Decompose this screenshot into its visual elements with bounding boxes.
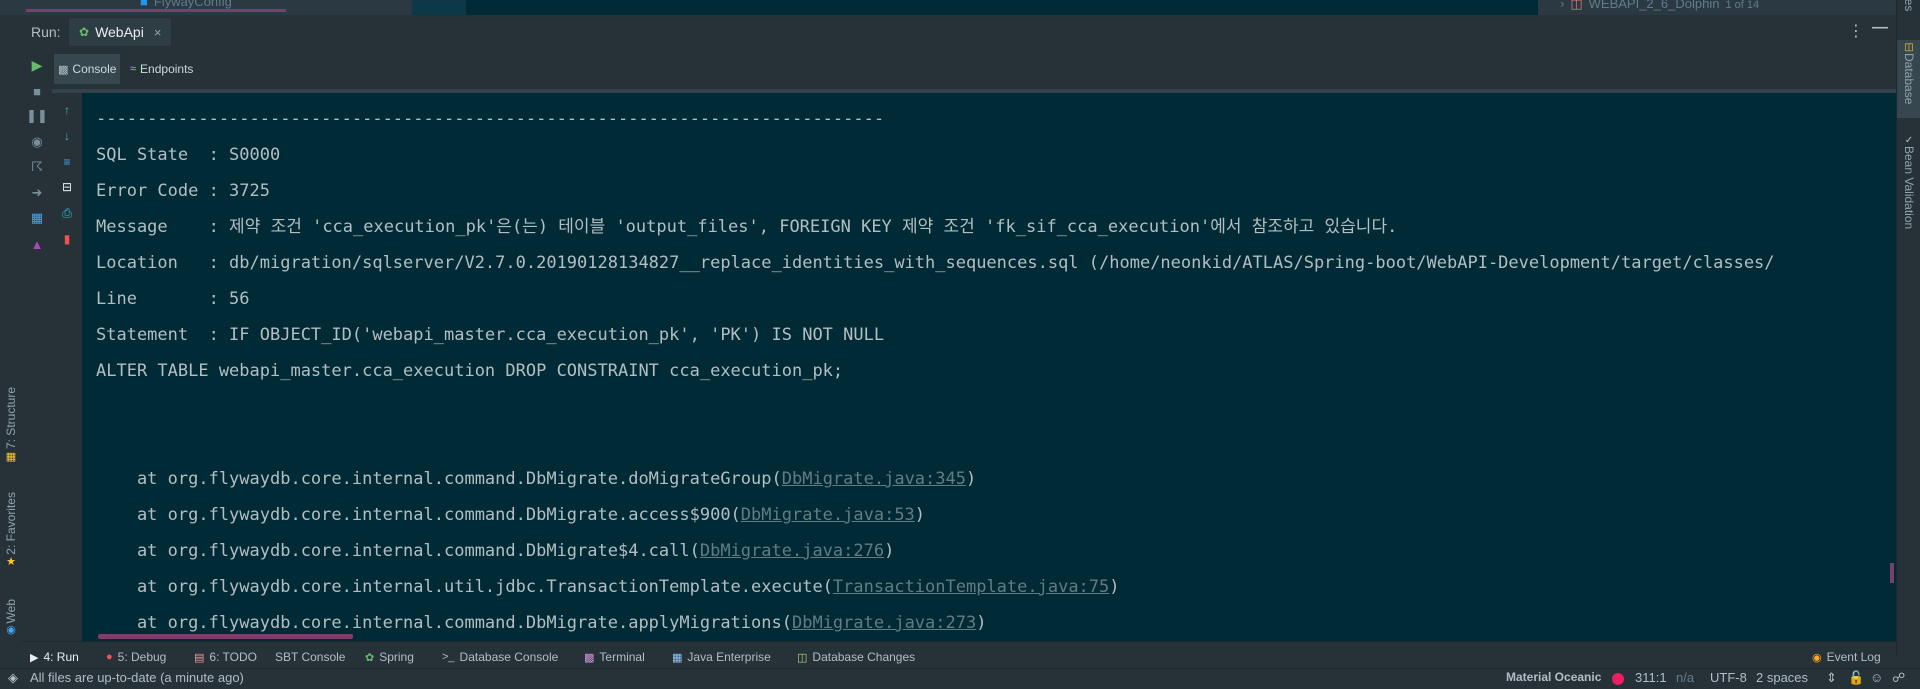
endpoints-icon: ≈ bbox=[130, 63, 137, 75]
structure-icon: ▦ bbox=[5, 450, 17, 463]
bug-icon: ● bbox=[106, 651, 113, 663]
console-line: Statement : IF OBJECT_ID('webapi_master.… bbox=[96, 325, 885, 345]
class-icon: ■ bbox=[140, 0, 148, 9]
indent-setting[interactable]: 2 spaces bbox=[1756, 670, 1808, 685]
run-tool-header: Run: ✿ WebApi × ⋮ — bbox=[22, 15, 1896, 49]
console-toolbar: ↑ ↓ ≡ ⊟ ⎙ ▮ bbox=[52, 93, 82, 641]
database-tool-tab[interactable]: ◫ Database bbox=[1897, 40, 1920, 118]
console-line: Error Code : 3725 bbox=[96, 181, 270, 201]
bean-icon: ✓ bbox=[1904, 135, 1914, 146]
minimize-icon[interactable]: — bbox=[1872, 19, 1888, 37]
scroll-marker bbox=[1890, 563, 1894, 583]
tab-console[interactable]: ▩ Console bbox=[54, 54, 121, 84]
pin-icon[interactable]: ▲ bbox=[28, 235, 46, 253]
status-message[interactable]: All files are up-to-date (a minute ago) bbox=[30, 670, 244, 685]
console-line: ALTER TABLE webapi_master.cca_execution … bbox=[96, 361, 844, 381]
console-line: Line : 56 bbox=[96, 289, 250, 309]
source-link[interactable]: DbMigrate.java:273 bbox=[792, 613, 976, 633]
trash-icon[interactable]: ▮ bbox=[58, 230, 76, 248]
star-icon: ★ bbox=[6, 555, 16, 568]
arrow-down-icon[interactable]: ↓ bbox=[58, 127, 76, 145]
stack-trace-line: at org.flywaydb.core.internal.command.Db… bbox=[96, 541, 895, 561]
status-bar: ◈ All files are up-to-date (a minute ago… bbox=[0, 668, 1920, 689]
theme-indicator bbox=[1612, 673, 1624, 685]
print-icon[interactable]: ⎙ bbox=[58, 204, 76, 222]
database-icon: ◫ bbox=[1904, 42, 1914, 53]
pause-icon[interactable]: ❚❚ bbox=[26, 107, 48, 125]
stack-trace-line: at org.flywaydb.core.internal.command.Db… bbox=[96, 505, 926, 525]
favorites-tool-tab[interactable]: 2: Favorites ★ bbox=[0, 485, 22, 575]
terminal-icon: ▩ bbox=[584, 651, 595, 664]
theme-badge[interactable]: Material Oceanic bbox=[1506, 670, 1601, 684]
active-tab-underline bbox=[26, 9, 286, 12]
globe-icon: ◉ bbox=[6, 624, 16, 637]
soft-wrap-icon[interactable]: ≡ bbox=[58, 153, 76, 171]
tab-endpoints[interactable]: ≈ Endpoints bbox=[126, 54, 197, 84]
encoding[interactable]: UTF-8 bbox=[1710, 670, 1747, 685]
console-prompt-icon: >_ bbox=[442, 651, 455, 663]
run-actions-toolbar: ▶ ■ ❚❚ ◉ ☈ ➜ ▦ ▲ bbox=[22, 49, 52, 655]
chevron-updown-icon: ⇕ bbox=[1826, 670, 1837, 685]
structure-tool-tab[interactable]: 7: Structure ▦ bbox=[0, 380, 22, 470]
spring-leaf-icon: ✿ bbox=[79, 25, 90, 39]
event-log-icon: ◉ bbox=[1812, 651, 1822, 664]
play-icon: ▶ bbox=[30, 651, 39, 664]
console-output[interactable]: ----------------------------------------… bbox=[82, 93, 1896, 641]
console-line: Message : 제약 조건 'cca_execution_pk'은(는) 테… bbox=[96, 217, 1398, 237]
console-line: SQL State : S0000 bbox=[96, 145, 281, 165]
lock-icon[interactable]: 🔓 bbox=[1848, 670, 1864, 686]
left-tool-stripe: 7: Structure ▦ 2: Favorites ★ Web ◉ bbox=[0, 15, 23, 655]
stack-trace-line: at org.flywaydb.core.internal.command.Db… bbox=[96, 469, 977, 489]
bean-validation-tool-tab[interactable]: ✓ Bean Validation bbox=[1897, 135, 1920, 245]
right-tab-cut[interactable]: ges bbox=[1897, 0, 1920, 14]
console-line: ----------------------------------------… bbox=[96, 109, 885, 129]
console-icon: ▩ bbox=[58, 63, 69, 76]
todo-icon: ▤ bbox=[194, 651, 205, 664]
database-breadcrumb[interactable]: › ◫ WEBAPI_2_6_Dolphin 1 of 14 bbox=[1560, 0, 1759, 12]
inspector-icon[interactable]: ☺ bbox=[1870, 670, 1883, 685]
run-label: Run: bbox=[31, 24, 61, 40]
source-link[interactable]: TransactionTemplate.java:75 bbox=[833, 577, 1109, 597]
scroll-to-end-icon[interactable]: ⊟ bbox=[58, 178, 76, 196]
exit-icon[interactable]: ➜ bbox=[28, 184, 46, 202]
chevron-right-icon: › bbox=[1560, 0, 1565, 11]
rerun-icon[interactable]: ▶ bbox=[28, 56, 46, 74]
stop-icon[interactable]: ■ bbox=[28, 82, 46, 100]
database-changes-icon: ◫ bbox=[797, 651, 808, 664]
console-text: ----------------------------------------… bbox=[96, 101, 1775, 641]
java-enterprise-icon: ▦ bbox=[672, 651, 683, 664]
editor-gutter-remnant bbox=[412, 0, 466, 15]
database-icon: ◫ bbox=[1570, 0, 1583, 11]
run-config-tab[interactable]: ✿ WebApi × bbox=[69, 18, 172, 46]
web-tool-tab[interactable]: Web ◉ bbox=[0, 590, 22, 645]
source-link[interactable]: DbMigrate.java:345 bbox=[782, 469, 966, 489]
layout-icon[interactable]: ▦ bbox=[28, 209, 46, 227]
stack-trace-line: at org.flywaydb.core.internal.util.jdbc.… bbox=[96, 577, 1120, 597]
notifications-icon[interactable]: ☍ bbox=[1892, 670, 1905, 686]
spring-leaf-icon: ✿ bbox=[365, 651, 375, 664]
plug-icon[interactable]: ☈ bbox=[28, 158, 46, 176]
caret-position[interactable]: 311:1 bbox=[1635, 670, 1667, 685]
editor-area-remnant bbox=[412, 0, 1538, 15]
more-options-icon[interactable]: ⋮ bbox=[1848, 21, 1864, 41]
close-icon[interactable]: × bbox=[154, 25, 162, 40]
camera-icon[interactable]: ◉ bbox=[28, 133, 46, 151]
arrow-up-icon[interactable]: ↑ bbox=[58, 101, 76, 119]
console-tabs-row: ▩ Console ≈ Endpoints bbox=[52, 49, 1896, 89]
right-tool-stripe: ges ◫ Database ✓ Bean Validation bbox=[1896, 0, 1920, 655]
layers-icon[interactable]: ◈ bbox=[8, 670, 18, 686]
run-tab-label: WebApi bbox=[95, 24, 144, 40]
line-separator[interactable]: n/a bbox=[1676, 670, 1694, 685]
editor-top-remnant: ■ FlywayConfig › ◫ WEBAPI_2_6_Dolphin 1 of 1… bbox=[0, 0, 1920, 15]
console-line: Location : db/migration/sqlserver/V2.7.0… bbox=[96, 253, 1775, 273]
horizontal-scrollbar[interactable] bbox=[98, 634, 353, 639]
source-link[interactable]: DbMigrate.java:53 bbox=[741, 505, 915, 525]
editor-tab-remnant[interactable]: ■ FlywayConfig bbox=[140, 0, 232, 9]
source-link[interactable]: DbMigrate.java:276 bbox=[700, 541, 884, 561]
